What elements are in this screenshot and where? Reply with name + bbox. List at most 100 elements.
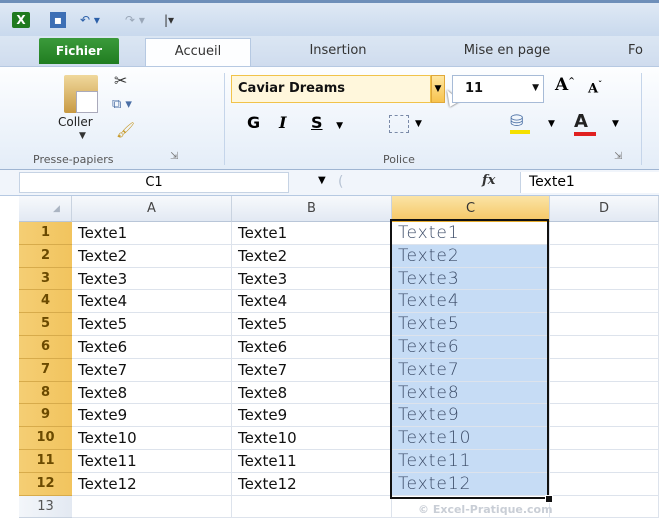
fill-color-icon[interactable]: ⛁: [510, 111, 530, 134]
name-box-dropdown-icon[interactable]: ▼: [318, 175, 326, 186]
tab-insertion[interactable]: Insertion: [283, 36, 393, 66]
font-size-dropdown-icon[interactable]: ▼: [532, 83, 539, 93]
cell-a[interactable]: [72, 495, 232, 519]
select-all-corner[interactable]: ◢: [19, 196, 72, 222]
cell-c[interactable]: Texte1: [392, 222, 550, 245]
column-header-b[interactable]: B: [232, 196, 392, 222]
cell-d[interactable]: [550, 450, 659, 473]
row-header[interactable]: 9: [19, 404, 72, 428]
cell-a[interactable]: Texte3: [72, 267, 232, 291]
redo-icon[interactable]: ↷ ▾: [120, 12, 150, 28]
cell-c[interactable]: Texte9: [392, 404, 550, 428]
paste-button-label[interactable]: Coller: [58, 115, 93, 129]
cell-b[interactable]: Texte12: [232, 472, 392, 496]
underline-button[interactable]: S ▼: [311, 113, 343, 132]
cell-b[interactable]: Texte11: [232, 450, 392, 473]
row-header[interactable]: 8: [19, 381, 72, 405]
tab-mise-en-page[interactable]: Mise en page: [432, 36, 582, 66]
cell-c[interactable]: Texte11: [392, 450, 550, 473]
font-name-dropdown-button[interactable]: ▼: [431, 75, 445, 103]
cell-a[interactable]: Texte7: [72, 358, 232, 382]
tab-formules[interactable]: Fo: [628, 36, 659, 66]
cell-d[interactable]: [550, 336, 659, 359]
save-icon[interactable]: ▪: [50, 12, 66, 28]
tab-fichier[interactable]: Fichier: [39, 38, 119, 64]
cell-c[interactable]: Texte4: [392, 290, 550, 314]
cell-a[interactable]: Texte12: [72, 472, 232, 496]
cell-c[interactable]: Texte8: [392, 381, 550, 405]
font-name-combo[interactable]: Caviar Dreams: [231, 75, 431, 103]
cell-a[interactable]: Texte1: [72, 222, 232, 245]
fill-handle[interactable]: [545, 495, 553, 503]
cell-a[interactable]: Texte11: [72, 450, 232, 473]
paste-dropdown-icon[interactable]: ▼: [79, 131, 86, 141]
cell-d[interactable]: [550, 290, 659, 314]
grow-font-icon[interactable]: A^: [555, 75, 575, 95]
cell-d[interactable]: [550, 381, 659, 405]
row-header[interactable]: 3: [19, 267, 72, 291]
row-header[interactable]: 4: [19, 290, 72, 314]
cell-a[interactable]: Texte9: [72, 404, 232, 428]
font-color-icon[interactable]: A: [574, 111, 596, 136]
cell-d[interactable]: [550, 472, 659, 496]
font-size-combo[interactable]: 11 ▼: [452, 75, 544, 103]
row-header[interactable]: 11: [19, 450, 72, 473]
formula-bar-splitter[interactable]: (: [338, 174, 343, 190]
excel-icon[interactable]: X: [12, 12, 30, 28]
cell-a[interactable]: Texte6: [72, 336, 232, 359]
row-header[interactable]: 5: [19, 313, 72, 336]
formula-input[interactable]: Texte1: [520, 172, 659, 193]
cell-c[interactable]: Texte7: [392, 358, 550, 382]
row-header[interactable]: 12: [19, 472, 72, 496]
bold-button[interactable]: G: [247, 113, 260, 132]
fx-icon[interactable]: fx: [482, 173, 495, 188]
name-box[interactable]: C1: [19, 172, 289, 193]
cell-b[interactable]: Texte1: [232, 222, 392, 245]
cell-b[interactable]: Texte6: [232, 336, 392, 359]
row-header[interactable]: 13: [19, 495, 72, 519]
cell-b[interactable]: Texte8: [232, 381, 392, 405]
cell-c[interactable]: Texte2: [392, 244, 550, 268]
shrink-font-icon[interactable]: Aˇ: [588, 79, 602, 96]
cell-d[interactable]: [550, 404, 659, 428]
row-header[interactable]: 6: [19, 336, 72, 359]
column-header-a[interactable]: A: [72, 196, 232, 222]
cell-b[interactable]: Texte3: [232, 267, 392, 291]
cell-a[interactable]: Texte10: [72, 427, 232, 450]
cell-d[interactable]: [550, 358, 659, 382]
cell-a[interactable]: Texte2: [72, 244, 232, 268]
font-launcher-icon[interactable]: ⇲: [614, 151, 622, 162]
cell-c[interactable]: Texte10: [392, 427, 550, 450]
cell-a[interactable]: Texte5: [72, 313, 232, 336]
row-header[interactable]: 1: [19, 222, 72, 245]
cell-c[interactable]: Texte6: [392, 336, 550, 359]
cell-b[interactable]: Texte2: [232, 244, 392, 268]
borders-dropdown-icon[interactable]: ▼: [415, 119, 422, 129]
cell-a[interactable]: Texte8: [72, 381, 232, 405]
clipboard-launcher-icon[interactable]: ⇲: [170, 151, 178, 162]
undo-icon[interactable]: ↶ ▾: [75, 12, 105, 28]
cell-b[interactable]: [232, 495, 392, 519]
cell-c[interactable]: Texte5: [392, 313, 550, 336]
column-header-d[interactable]: D: [550, 196, 659, 222]
column-header-c[interactable]: C: [392, 196, 550, 222]
format-painter-icon[interactable]: 🖌: [116, 121, 135, 139]
fill-color-dropdown-icon[interactable]: ▼: [548, 119, 555, 129]
row-header[interactable]: 7: [19, 358, 72, 382]
font-color-dropdown-icon[interactable]: ▼: [612, 119, 619, 129]
cell-d[interactable]: [550, 244, 659, 268]
cell-d[interactable]: [550, 427, 659, 450]
cell-c[interactable]: Texte12: [392, 472, 550, 496]
paste-icon[interactable]: [64, 75, 98, 113]
cell-b[interactable]: Texte5: [232, 313, 392, 336]
cell-b[interactable]: Texte4: [232, 290, 392, 314]
cell-b[interactable]: Texte10: [232, 427, 392, 450]
row-header[interactable]: 10: [19, 427, 72, 450]
cell-b[interactable]: Texte9: [232, 404, 392, 428]
underline-dropdown-icon[interactable]: ▼: [336, 121, 343, 131]
copy-icon[interactable]: ⧉ ▾: [112, 97, 132, 112]
cell-a[interactable]: Texte4: [72, 290, 232, 314]
cell-d[interactable]: [550, 222, 659, 245]
cut-icon[interactable]: ✂: [114, 71, 127, 90]
borders-icon[interactable]: [389, 115, 409, 133]
